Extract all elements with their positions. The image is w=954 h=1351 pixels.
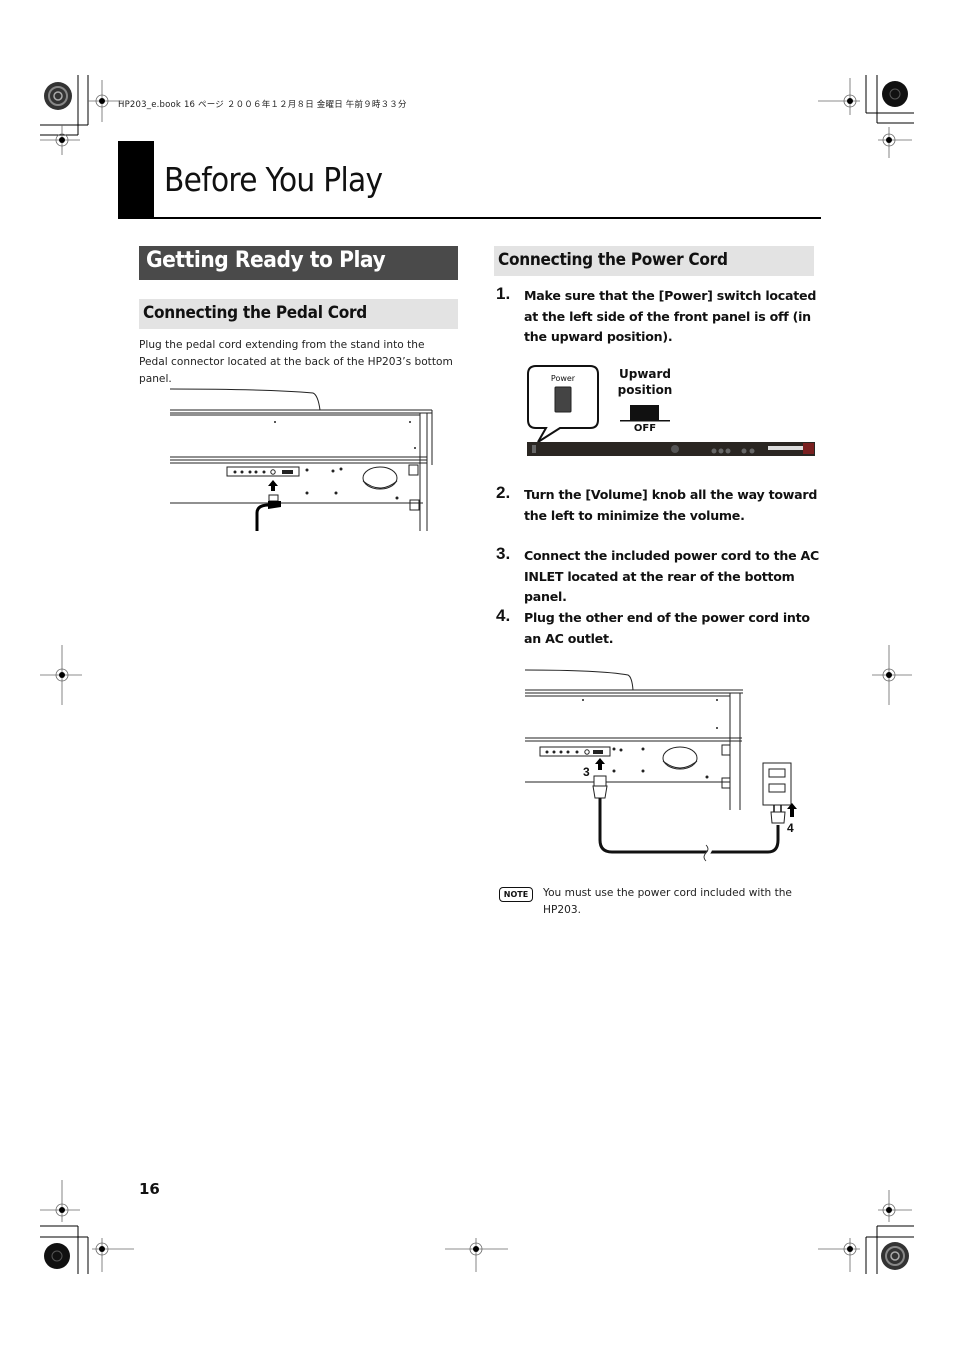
pedal-cord [255,503,270,531]
registration-target-icon [881,1242,909,1270]
chapter-title: Before You Play [164,160,383,199]
section-title: Getting Ready to Play [146,248,386,273]
subsection-title: Connecting the Pedal Cord [143,303,367,322]
registration-dot-icon [44,1243,70,1269]
switch-up-position-icon [630,405,659,420]
off-label: OFF [633,423,657,434]
chapter-rule [118,217,821,219]
step-text: Plug the other end of the power cord int… [524,610,810,646]
subsection-header-pedal-cord: Connecting the Pedal Cord [139,299,458,329]
page-number: 16 [139,1180,160,1198]
callout-4: 4 [787,821,794,835]
wall-plug [770,811,786,824]
step-number: 4. [496,606,511,625]
power-label: Power [550,374,576,383]
arrow-up-icon [268,480,278,491]
pedal-cord-instructions: Plug the pedal cord extending from the s… [139,339,453,385]
power-cord [598,798,780,854]
callout-3: 3 [583,765,590,779]
speaker-port [362,466,398,490]
step-number: 2. [496,483,511,502]
piano-lid-outline [524,669,634,691]
chapter-bar [118,141,154,219]
power-switch-icon [554,386,572,413]
step-number: 1. [496,284,511,303]
power-switch-diagram: Power Upward position OFF [520,360,820,458]
step-text: Connect the included power cord to the A… [524,548,820,604]
registration-target-icon [44,82,72,110]
arrow-up-icon [595,758,605,770]
piano-lid-outline [169,388,321,411]
ac-inlet-plug [592,785,608,799]
note-badge: NOTE [499,887,533,902]
note-text: You must use the power cord included wit… [543,887,792,916]
pedal-cord-connection-diagram [169,388,433,531]
subsection-title: Connecting the Power Cord [498,250,728,269]
power-cord-connection-diagram: 3 4 [490,665,810,865]
upward-position-label: Upward position [617,367,673,397]
step-text: Turn the [Volume] knob all the way towar… [524,487,818,523]
step-number: 3. [496,544,511,563]
registration-dot-icon [882,81,908,107]
subsection-header-power-cord: Connecting the Power Cord [494,246,814,276]
speaker-port [662,746,698,770]
step-text: Make sure that the [Power] switch locate… [524,288,817,344]
section-header-getting-ready: Getting Ready to Play [139,246,458,280]
print-header: HP203_e.book 16 ページ ２００６年１２月８日 金曜日 午前９時３… [118,100,407,110]
